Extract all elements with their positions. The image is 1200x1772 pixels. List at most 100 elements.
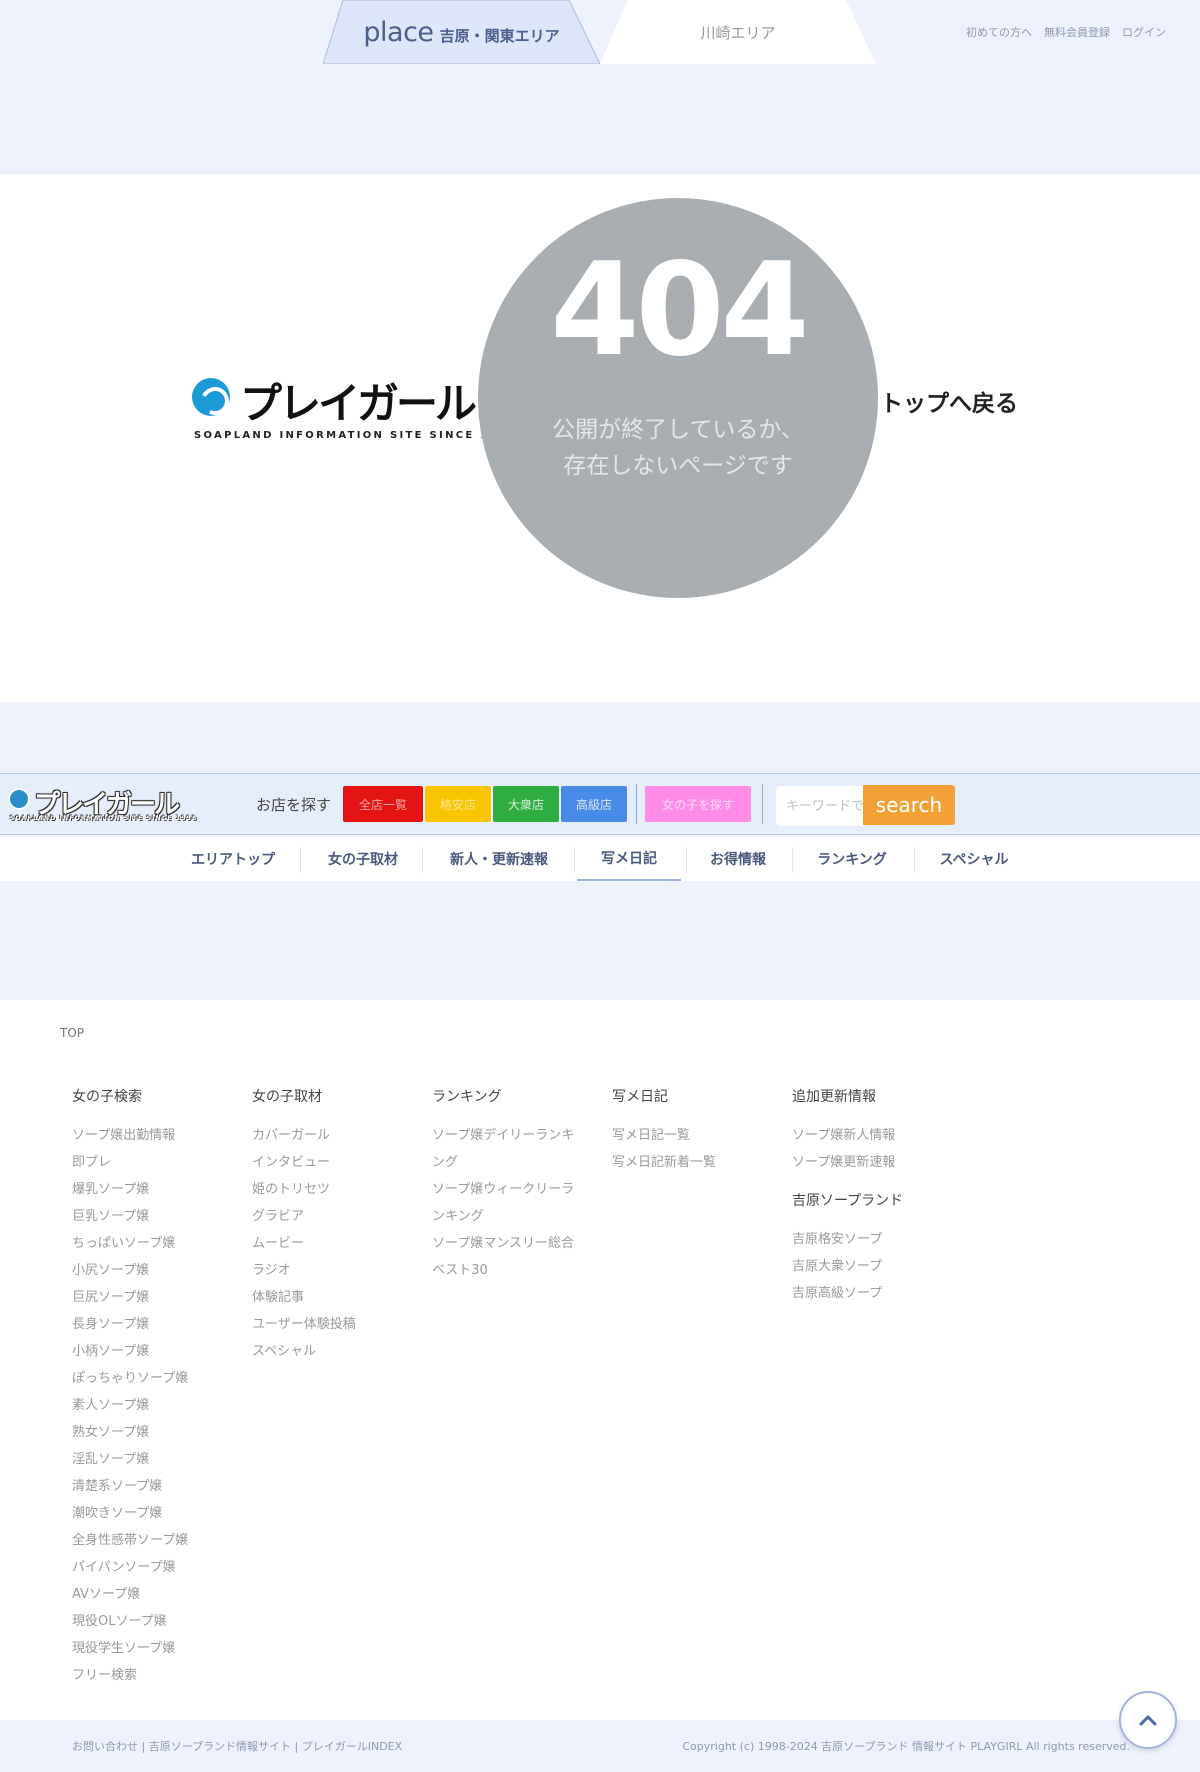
footer-link[interactable]: フリー検索 [72, 1662, 242, 1689]
menu-special[interactable]: スペシャル [922, 837, 1026, 881]
error-message: 公開が終了しているか、 存在しないページです [552, 417, 804, 479]
copyright-bar: お問い合わせ | 吉原ソープランド情報サイト | プレイガールINDEX Cop… [0, 1720, 1200, 1772]
link-register[interactable]: 無料会員登録 [1044, 24, 1110, 40]
menu-new-updates[interactable]: 新人・更新速報 [434, 837, 564, 881]
shop-search-label: お店を探す [256, 796, 332, 814]
footer-link[interactable]: ベスト30 [432, 1257, 602, 1284]
menu-divider [792, 847, 793, 873]
playgirl-logo[interactable]: プレイガール SOAPLAND INFORMATION SITE SINCE 1… [192, 366, 515, 446]
menu-divider [422, 847, 423, 873]
menu-photo-diary[interactable]: 写メ日記 [577, 837, 681, 881]
menu-ranking[interactable]: ランキング [800, 837, 904, 881]
logo-subtitle: SOAPLAND INFORMATION SITE SINCE 1998 [194, 430, 518, 441]
footer-link[interactable]: 写メ日記新着一覧 [612, 1149, 782, 1176]
footer-link[interactable]: 現役OLソープ嬢 [72, 1608, 242, 1635]
footer-link[interactable]: 巨尻ソープ嬢 [72, 1284, 242, 1311]
footer-link[interactable]: ぽっちゃりソープ嬢 [72, 1365, 242, 1392]
footer-col-updates: 追加更新情報 ソープ嬢新人情報 ソープ嬢更新速報 吉原ソープランド 吉原格安ソー… [792, 1086, 962, 1307]
footer: TOP 女の子検索 ソープ嬢出勤情報 即プレ 爆乳ソープ嬢 巨乳ソープ嬢 ちっぱ… [0, 1000, 1200, 1720]
nav-divider [762, 784, 763, 824]
footer-col-photo-diary: 写メ日記 写メ日記一覧 写メ日記新着一覧 [612, 1086, 782, 1176]
footer-link[interactable]: 淫乱ソープ嬢 [72, 1446, 242, 1473]
footer-link[interactable]: ソープ嬢マンスリー総合 [432, 1230, 602, 1257]
footer-col-girl-interview: 女の子取材 カバーガール インタビュー 姫のトリセツ グラビア ムービー ラジオ… [252, 1086, 422, 1365]
footer-col-title: 女の子取材 [252, 1089, 322, 1105]
footer-link[interactable]: 吉原高級ソープ [792, 1280, 962, 1307]
tab-yoshiwara-kanto[interactable]: place 吉原・関東エリア [323, 0, 600, 64]
logo-text: プレイガール [240, 379, 477, 428]
footer-col-girl-search: 女の子検索 ソープ嬢出勤情報 即プレ 爆乳ソープ嬢 巨乳ソープ嬢 ちっぱいソープ… [72, 1086, 242, 1689]
breadcrumb[interactable]: TOP [60, 1026, 84, 1040]
footer-link[interactable]: 吉原大衆ソープ [792, 1253, 962, 1280]
menu-area-top[interactable]: エリアトップ [176, 837, 290, 881]
footer-link[interactable]: 吉原格安ソープ [792, 1226, 962, 1253]
footer-link[interactable]: 全身性感帯ソープ嬢 [72, 1527, 242, 1554]
footer-bottom-links[interactable]: お問い合わせ | 吉原ソープランド情報サイト | プレイガールINDEX [72, 1738, 402, 1754]
footer-link[interactable]: 即プレ [72, 1149, 242, 1176]
link-first-time[interactable]: 初めての方へ [966, 24, 1032, 40]
footer-col-title: 女の子検索 [72, 1089, 142, 1105]
footer-link[interactable]: ソープ嬢出勤情報 [72, 1122, 242, 1149]
top-header: place 吉原・関東エリア 川崎エリア 初めての方へ 無料会員登録 ログイン [0, 0, 1200, 174]
search-button[interactable]: search [863, 785, 955, 825]
nav-divider [636, 784, 637, 824]
footer-link[interactable]: ムービー [252, 1230, 422, 1257]
menu-divider [914, 847, 915, 873]
nav-logo[interactable]: プレイガール SOAPLAND INFORMATION SITE SINCE 1… [8, 784, 196, 824]
menu-divider [574, 847, 575, 873]
all-shops-button[interactable]: 全店一覧 [343, 786, 423, 822]
footer-link[interactable]: 素人ソープ嬢 [72, 1392, 242, 1419]
popular-shops-button[interactable]: 大衆店 [493, 786, 559, 822]
footer-link[interactable]: 熟女ソープ嬢 [72, 1419, 242, 1446]
footer-link[interactable]: 体験記事 [252, 1284, 422, 1311]
footer-link[interactable]: インタビュー [252, 1149, 422, 1176]
footer-link[interactable]: グラビア [252, 1203, 422, 1230]
footer-link[interactable]: 巨乳ソープ嬢 [72, 1203, 242, 1230]
copyright-text: Copyright (c) 1998-2024 吉原ソープランド 情報サイト P… [682, 1740, 1130, 1753]
footer-link[interactable]: 清楚系ソープ嬢 [72, 1473, 242, 1500]
footer-link[interactable]: ソープ嬢新人情報 [792, 1122, 962, 1149]
footer-link[interactable]: ちっぱいソープ嬢 [72, 1230, 242, 1257]
menu-deals[interactable]: お得情報 [694, 837, 782, 881]
top-links: 初めての方へ 無料会員登録 ログイン [966, 24, 1166, 40]
footer-link[interactable]: ラジオ [252, 1257, 422, 1284]
tab-yoshiwara-label: 吉原・関東エリア [439, 26, 560, 45]
footer-link[interactable]: 爆乳ソープ嬢 [72, 1176, 242, 1203]
nav-logo-subtitle: SOAPLAND INFORMATION SITE SINCE 1998 [10, 815, 198, 822]
tab-kawasaki[interactable]: 川崎エリア [600, 0, 876, 64]
menu-divider [686, 847, 687, 873]
scroll-to-top-button[interactable] [1119, 1691, 1177, 1749]
footer-link[interactable]: 写メ日記一覧 [612, 1122, 782, 1149]
footer-link[interactable]: ンキング [432, 1203, 602, 1230]
footer-link[interactable]: ユーザー体験投稿 [252, 1311, 422, 1338]
cheap-shops-button[interactable]: 格安店 [425, 786, 491, 822]
high-class-shops-button[interactable]: 高級店 [561, 786, 627, 822]
footer-link[interactable]: ソープ嬢更新速報 [792, 1149, 962, 1176]
footer-col-ranking: ランキング ソープ嬢デイリーランキ ング ソープ嬢ウィークリーラ ンキング ソー… [432, 1086, 602, 1284]
footer-link[interactable]: スペシャル [252, 1338, 422, 1365]
chevron-up-icon [1139, 1715, 1157, 1726]
footer-link[interactable]: ング [432, 1149, 602, 1176]
back-to-top-link[interactable]: トップへ戻る [880, 384, 1018, 418]
link-login[interactable]: ログイン [1122, 24, 1166, 40]
footer-link[interactable]: パイパンソープ嬢 [72, 1554, 242, 1581]
footer-col-title: 追加更新情報 [792, 1089, 876, 1105]
menu-girl-interview[interactable]: 女の子取材 [312, 837, 414, 881]
footer-link[interactable]: AVソープ嬢 [72, 1581, 242, 1608]
error-section: プレイガール SOAPLAND INFORMATION SITE SINCE 1… [0, 174, 1200, 702]
footer-link[interactable]: 潮吹きソープ嬢 [72, 1500, 242, 1527]
footer-link[interactable]: カバーガール [252, 1122, 422, 1149]
keyword-search-input[interactable] [776, 786, 866, 826]
footer-link[interactable]: 現役学生ソープ嬢 [72, 1635, 242, 1662]
footer-col-title: ランキング [432, 1089, 502, 1105]
footer-link[interactable]: ソープ嬢ウィークリーラ [432, 1176, 602, 1203]
footer-link[interactable]: ソープ嬢デイリーランキ [432, 1122, 602, 1149]
find-girl-button[interactable]: 女の子を探す [645, 786, 751, 822]
footer-link[interactable]: 小柄ソープ嬢 [72, 1338, 242, 1365]
footer-link[interactable]: 姫のトリセツ [252, 1176, 422, 1203]
tab-kawasaki-label: 川崎エリア [700, 23, 776, 42]
footer-col-title: 写メ日記 [612, 1089, 668, 1105]
footer-link[interactable]: 小尻ソープ嬢 [72, 1257, 242, 1284]
nav-logo-mark-icon [8, 788, 30, 810]
footer-link[interactable]: 長身ソープ嬢 [72, 1311, 242, 1338]
